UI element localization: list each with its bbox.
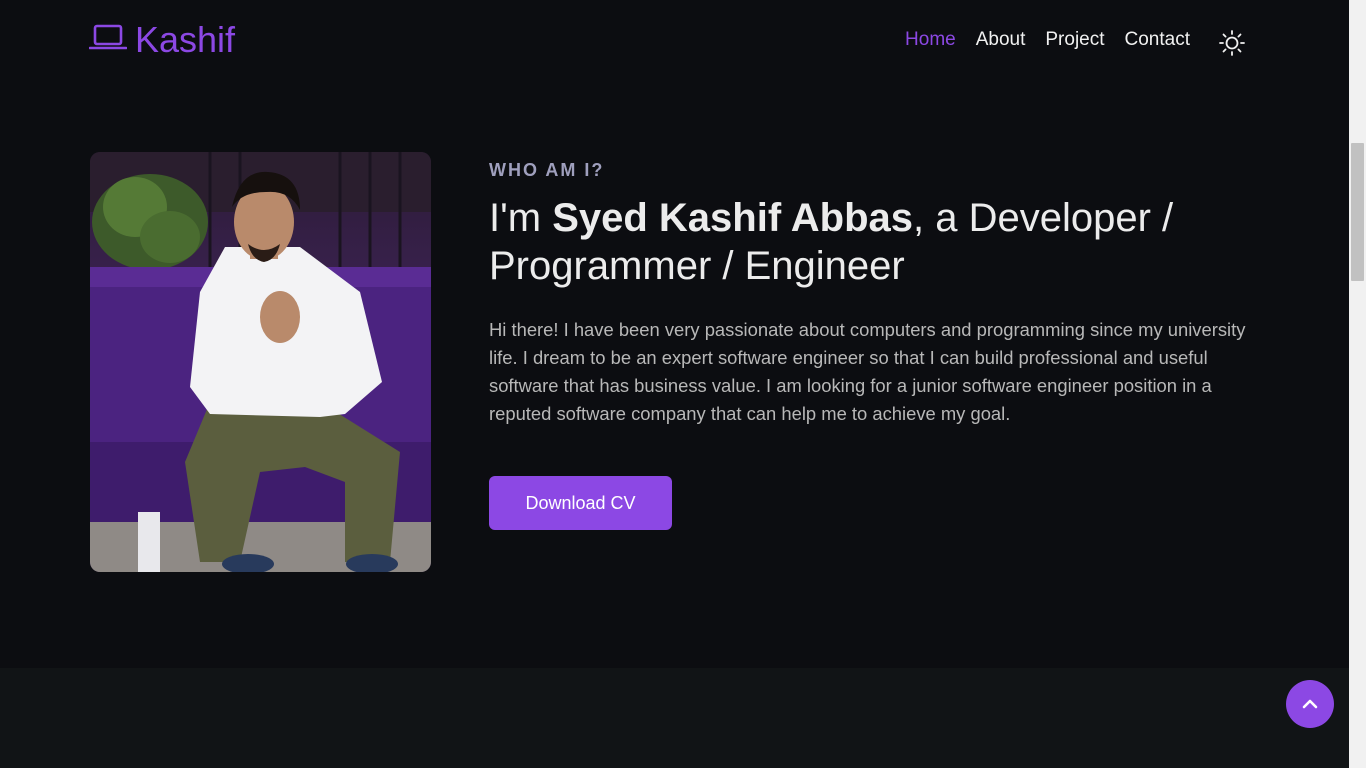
nav-item-home[interactable]: Home — [905, 26, 956, 54]
profile-photo — [90, 152, 431, 572]
nav-item-project[interactable]: Project — [1045, 26, 1104, 54]
back-to-top-button[interactable] — [1286, 680, 1334, 728]
brand-name: Kashif — [135, 19, 236, 60]
headline-name: Syed Kashif Abbas — [552, 196, 914, 240]
hero-headline: I'm Syed Kashif Abbas, a Developer / Pro… — [489, 194, 1249, 290]
brand-logo[interactable]: Kashif — [88, 18, 236, 62]
section-eyebrow: WHO AM I? — [489, 160, 605, 180]
chevron-up-icon — [1302, 699, 1318, 709]
sun-icon — [1219, 30, 1245, 56]
nav-item-about[interactable]: About — [976, 26, 1026, 54]
nav-menu: Home About Project Contact — [905, 26, 1190, 54]
hero-intro: Hi there! I have been very passionate ab… — [489, 319, 1246, 424]
navbar: Kashif Home About Project Contact — [0, 0, 1349, 80]
headline-prefix: I'm — [489, 196, 553, 240]
laptop-icon — [88, 24, 128, 57]
theme-toggle-button[interactable] — [1218, 29, 1246, 57]
scrollbar-thumb[interactable] — [1351, 143, 1364, 281]
page: Kashif Home About Project Contact WHO AM… — [0, 0, 1366, 768]
about-section — [0, 668, 1349, 768]
scrollbar-track[interactable] — [1349, 0, 1366, 768]
nav-item-contact[interactable]: Contact — [1125, 26, 1190, 54]
hero-section: WHO AM I? I'm Syed Kashif Abbas, a Devel… — [0, 80, 1349, 668]
download-cv-button[interactable]: Download CV — [489, 476, 672, 530]
